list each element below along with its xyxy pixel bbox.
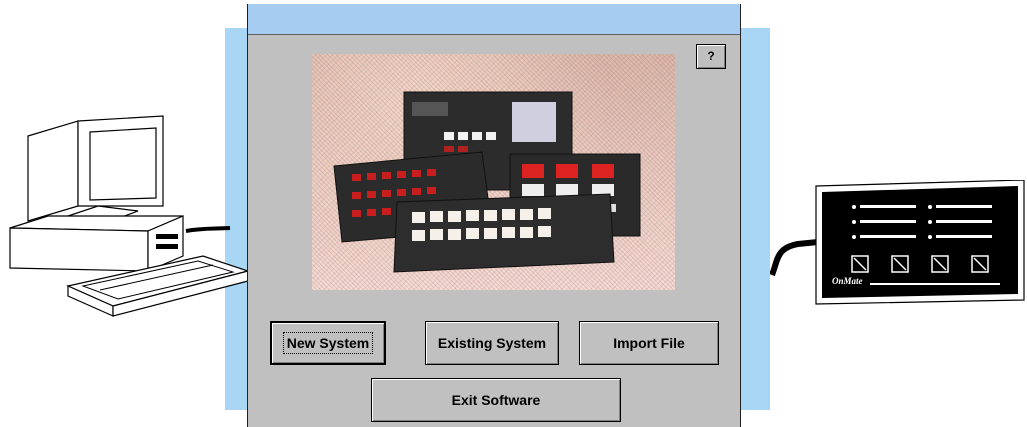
help-button[interactable]: ?	[696, 44, 726, 69]
exit-software-label: Exit Software	[451, 392, 541, 408]
keypad-brand-label: OnMate	[832, 276, 863, 286]
startup-dialog: ? New System Existing System Import File…	[247, 4, 741, 427]
new-system-button[interactable]: New System	[270, 321, 386, 365]
computer-illustration	[9, 115, 251, 317]
photo-keypad-front	[393, 193, 615, 273]
import-file-label: Import File	[613, 335, 685, 351]
new-system-label: New System	[282, 332, 374, 354]
existing-system-label: Existing System	[437, 335, 547, 351]
product-photo	[312, 54, 675, 290]
keypad-illustration: OnMate	[770, 180, 1025, 305]
title-bar	[248, 4, 740, 35]
import-file-button[interactable]: Import File	[579, 321, 719, 365]
exit-software-button[interactable]: Exit Software	[371, 378, 621, 422]
existing-system-button[interactable]: Existing System	[425, 321, 559, 365]
